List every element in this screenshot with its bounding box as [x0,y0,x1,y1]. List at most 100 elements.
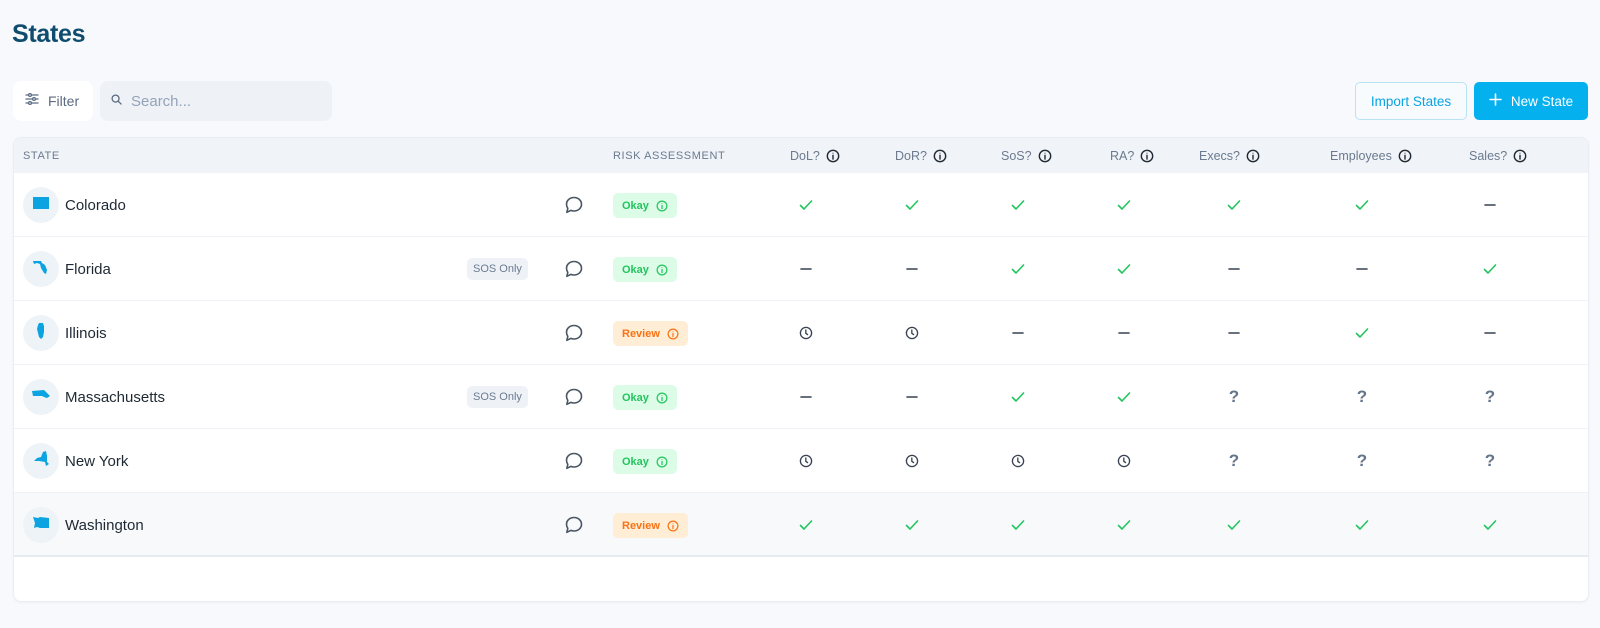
state-name[interactable]: Washington [65,493,144,557]
state-name[interactable]: Florida [65,237,111,301]
cell-sos [1008,173,1028,237]
check-icon [1011,391,1025,403]
cell-dor [902,365,922,429]
info-icon [667,328,679,340]
dash-icon [1356,267,1368,271]
table-row[interactable]: Florida SOS Only Okay [14,237,1588,301]
states-page: States Filter Import States [0,0,1600,628]
new-state-button[interactable]: New State [1474,82,1588,120]
cell-dor [902,429,922,493]
info-icon[interactable] [1513,149,1527,163]
dash-icon [1484,331,1496,335]
state-name[interactable]: Colorado [65,173,126,237]
info-icon[interactable] [826,149,840,163]
column-header-dol[interactable]: DoL? [790,138,840,173]
filter-button[interactable]: Filter [13,81,93,121]
new-york-map-icon [31,449,51,474]
state-name[interactable]: New York [65,429,128,493]
cell-ra [1114,237,1134,301]
column-header-label: DoL? [790,148,820,163]
risk-badge[interactable]: Okay [613,449,677,474]
comment-icon[interactable] [564,259,584,279]
cell-sos [1008,301,1028,365]
state-avatar [23,379,59,415]
column-header-label: Sales? [1469,148,1508,163]
risk-badge[interactable]: Review [613,321,688,346]
info-icon[interactable] [1246,149,1260,163]
column-header-label: State [23,149,60,162]
table-row[interactable]: Illinois Review [14,301,1588,365]
column-header-state[interactable]: State [23,138,60,173]
risk-badge[interactable]: Okay [613,385,677,410]
check-icon [1355,327,1369,339]
column-header-sos[interactable]: SoS? [1001,138,1052,173]
state-avatar [23,507,59,543]
comment-icon[interactable] [564,515,584,535]
cell-sos [1008,429,1028,493]
comment-icon[interactable] [564,451,584,471]
cell-sales [1480,237,1500,301]
column-header-label: Execs? [1199,148,1240,163]
dash-icon [800,267,812,271]
search-input[interactable] [131,92,321,110]
check-icon [1227,199,1241,211]
risk-label: Okay [622,455,649,468]
risk-label: Review [622,327,660,340]
column-header-risk[interactable]: Risk Assessment [613,138,725,173]
cell-dor [902,301,922,365]
risk-badge[interactable]: Review [613,513,688,538]
check-icon [1483,519,1497,531]
colorado-map-icon [31,193,51,218]
search-icon [111,92,122,110]
sos-only-badge: SOS Only [467,386,528,408]
info-icon[interactable] [933,149,947,163]
import-states-label: Import States [1370,93,1452,109]
info-icon[interactable] [1038,149,1052,163]
search-box[interactable] [100,81,332,121]
comment-icon[interactable] [564,387,584,407]
florida-map-icon [31,257,51,282]
column-header-dor[interactable]: DoR? [895,138,947,173]
column-header-employees[interactable]: Employees [1330,138,1412,173]
cell-sos [1008,493,1028,557]
info-icon[interactable] [1398,149,1412,163]
state-avatar [23,187,59,223]
import-states-button[interactable]: Import States [1355,82,1467,120]
dash-icon [1012,331,1024,335]
table-row[interactable]: Colorado Okay [14,173,1588,237]
info-icon [656,200,668,212]
risk-label: Okay [622,199,649,212]
cell-employees [1352,237,1372,301]
cell-sales [1480,301,1500,365]
cell-dol [796,173,816,237]
column-header-execs[interactable]: Execs? [1199,138,1260,173]
cell-dor [902,237,922,301]
table-row[interactable]: Washington Review [14,493,1588,557]
cell-execs [1224,173,1244,237]
info-icon[interactable] [1140,149,1154,163]
table-row[interactable]: Massachusetts SOS Only Okay ??? [14,365,1588,429]
dash-icon [1118,331,1130,335]
question-icon: ? [1484,387,1496,406]
comment-icon[interactable] [564,195,584,215]
dash-icon [906,395,918,399]
clock-icon [1117,454,1131,468]
column-header-ra[interactable]: RA? [1110,138,1154,173]
filter-label: Filter [48,93,80,109]
check-icon [1117,391,1131,403]
column-header-label: DoR? [895,148,927,163]
table-header: State Risk Assessment DoL? DoR? SoS? RA?… [14,138,1588,173]
clock-icon [799,326,813,340]
comment-icon[interactable] [564,323,584,343]
check-icon [1117,519,1131,531]
question-icon: ? [1228,387,1240,406]
state-name[interactable]: Illinois [65,301,107,365]
state-name[interactable]: Massachusetts [65,365,165,429]
check-icon [1227,519,1241,531]
table-row[interactable]: New York Okay ??? [14,429,1588,493]
column-header-sales[interactable]: Sales? [1469,138,1527,173]
risk-badge[interactable]: Okay [613,193,677,218]
cell-dor [902,173,922,237]
check-icon [905,199,919,211]
risk-badge[interactable]: Okay [613,257,677,282]
